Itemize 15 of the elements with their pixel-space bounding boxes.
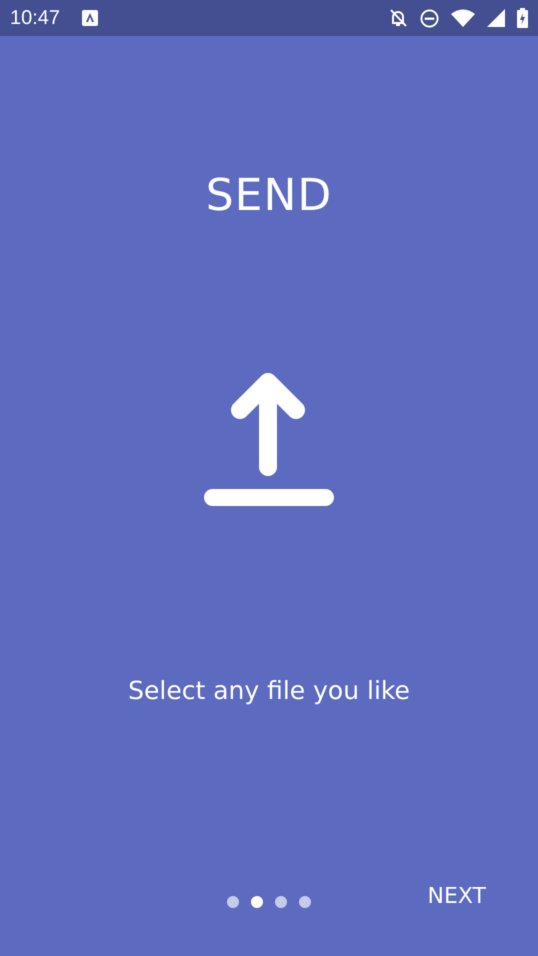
next-button[interactable]: NEXT xyxy=(422,880,492,912)
upload-icon xyxy=(202,372,336,506)
wifi-icon xyxy=(451,9,475,27)
battery-icon xyxy=(517,8,528,28)
status-time: 10:47 xyxy=(10,6,60,30)
keyboard-icon xyxy=(82,10,98,26)
page-dot[interactable] xyxy=(251,896,263,908)
signal-icon xyxy=(487,9,505,27)
do-not-disturb-icon xyxy=(420,8,439,28)
screen-title: SEND xyxy=(206,170,332,222)
caption: Select any file you like xyxy=(128,676,410,706)
bell-off-icon xyxy=(388,8,408,28)
page-dot[interactable] xyxy=(299,896,311,908)
page-dot[interactable] xyxy=(227,896,239,908)
page-dot[interactable] xyxy=(275,896,287,908)
